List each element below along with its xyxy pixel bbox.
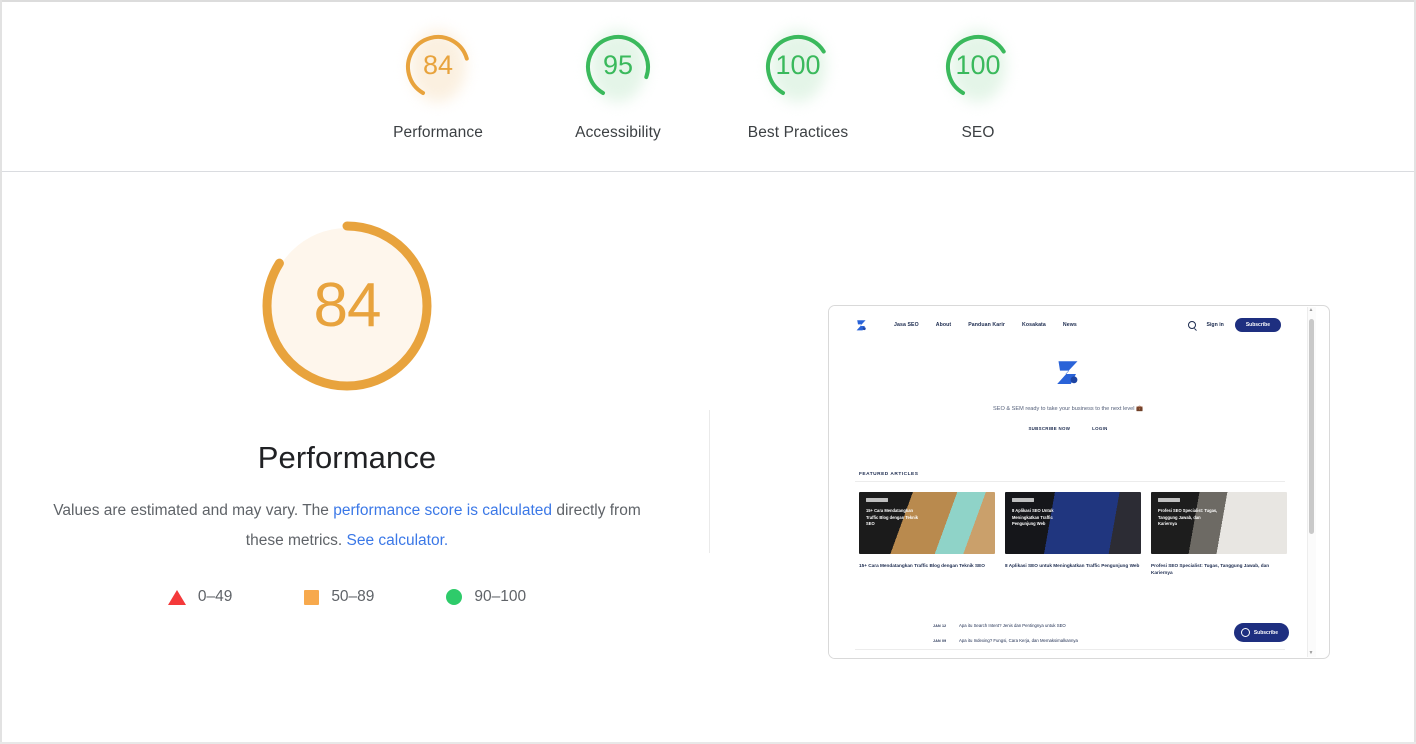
gauge-label: SEO xyxy=(961,124,995,141)
gauge-score-value: 95 xyxy=(602,49,634,80)
desc-text-1: Values are estimated and may vary. The xyxy=(53,502,334,519)
screenshot-scrollbar[interactable]: ▲ ▼ xyxy=(1307,307,1316,657)
article-card[interactable]: 15+ Cara Mendatangkan Traffic Blog denga… xyxy=(859,492,995,576)
gauge-row: 84 Performance 95 Accessibility 100 Best Prac… xyxy=(2,2,1414,142)
article-date: JAN 12 xyxy=(933,623,947,628)
gauge-label: Best Practices xyxy=(747,124,849,141)
pagespeed-report-page: 84 Performance 95 Accessibility 100 Best Prac… xyxy=(0,0,1416,744)
section-divider xyxy=(709,410,710,553)
article-date: JAN 09 xyxy=(933,638,947,643)
hero-tagline: SEO & SEM ready to take your business to… xyxy=(993,406,1143,412)
nav-item[interactable]: Kosakata xyxy=(1022,322,1046,328)
article-card-image: Profesi SEO Specialist: Tugas, Tanggung … xyxy=(1151,492,1287,554)
gauge-cell-accessibility[interactable]: 95 Accessibility xyxy=(528,28,708,142)
nav-item[interactable]: Jasa SEO xyxy=(894,322,919,328)
site-hero: SEO & SEM ready to take your business to… xyxy=(829,358,1307,431)
floating-subscribe-button[interactable]: Subscribe xyxy=(1233,623,1289,642)
floating-subscribe-label: Subscribe xyxy=(1253,629,1278,636)
article-card-chip xyxy=(1012,498,1034,502)
mini-gauge[interactable]: 95 xyxy=(579,28,657,106)
list-bottom-divider xyxy=(855,649,1285,650)
scroll-down-arrow-icon[interactable]: ▼ xyxy=(1309,651,1314,656)
performance-description: Values are estimated and may vary. The p… xyxy=(47,496,647,556)
hero-cta-group: SUBSCRIBE NOW LOGIN xyxy=(829,426,1307,431)
article-card[interactable]: Profesi SEO Specialist: Tugas, Tanggung … xyxy=(1151,492,1287,576)
article-list-row[interactable]: JAN 09 Apa itu Indexing? Fungsi, Cara Ker… xyxy=(933,633,1285,648)
gauge-cell-performance[interactable]: 84 Performance xyxy=(348,28,528,142)
triangle-swatch-icon xyxy=(167,589,186,605)
site-header-actions: Sign in Subscribe xyxy=(1187,318,1281,332)
article-card-overlay-title: 8 Aplikasi SEO Untuk Meningkatkan Traffi… xyxy=(1012,508,1054,526)
legend-range-label: 90–100 xyxy=(474,588,527,605)
nav-item[interactable]: About xyxy=(936,322,951,328)
performance-gauge-wrap: 84 xyxy=(2,173,692,438)
hero-logo-icon xyxy=(1053,358,1083,388)
performance-score-link[interactable]: performance score is calculated xyxy=(333,502,552,519)
article-card-chip xyxy=(1158,498,1180,502)
mini-gauge[interactable]: 84 xyxy=(399,28,477,106)
article-card-image: 15+ Cara Mendatangkan Traffic Blog denga… xyxy=(859,492,995,554)
page-title: Performance xyxy=(257,440,437,475)
category-score-summary: 84 Performance 95 Accessibility 100 Best Prac… xyxy=(2,2,1414,172)
gauge-score-value: 100 xyxy=(955,49,1001,80)
article-card-title: Profesi SEO Specialist: Tugas, Tanggung … xyxy=(1151,563,1270,575)
article-card-image: 8 Aplikasi SEO Untuk Meningkatkan Traffi… xyxy=(1005,492,1141,554)
search-icon[interactable] xyxy=(1187,321,1196,329)
article-card-chip xyxy=(866,498,888,502)
hero-login-button[interactable]: LOGIN xyxy=(1092,426,1107,431)
legend-range-label: 0–49 xyxy=(197,588,233,605)
gauge-score-value: 100 xyxy=(775,49,821,80)
article-card-overlay-title: Profesi SEO Specialist: Tugas, Tanggung … xyxy=(1158,508,1218,526)
legend-range-label: 50–89 xyxy=(331,588,375,605)
article-row-title: Apa itu Indexing? Fungsi, Cara Kerja, da… xyxy=(959,638,1078,643)
legend-item: 90–100 xyxy=(446,588,526,606)
article-card-title: 8 Aplikasi SEO untuk Meningkatkan Traffi… xyxy=(1005,563,1140,568)
hero-subscribe-button[interactable]: SUBSCRIBE NOW xyxy=(1028,426,1070,431)
featured-articles-heading: FEATURED ARTICLES xyxy=(859,472,919,477)
square-swatch-icon xyxy=(304,589,320,605)
featured-divider xyxy=(855,481,1285,482)
article-list-row[interactable]: JAN 12 Apa itu Search Intent? Jenis dan P… xyxy=(933,618,1285,633)
see-calculator-link[interactable]: See calculator. xyxy=(347,532,449,549)
mini-gauge[interactable]: 100 xyxy=(759,28,837,106)
legend-item: 0–49 xyxy=(167,588,233,606)
article-card-title: 15+ Cara Mendatangkan Traffic Blog denga… xyxy=(859,563,985,568)
featured-articles-grid: 15+ Cara Mendatangkan Traffic Blog denga… xyxy=(859,492,1287,576)
gauge-score-value: 84 xyxy=(422,49,454,80)
site-header: Jasa SEO About Panduan Karir Kosakata News S… xyxy=(829,306,1307,344)
score-legend: 0–49 50–89 90–100 xyxy=(2,588,692,606)
article-card[interactable]: 8 Aplikasi SEO Untuk Meningkatkan Traffi… xyxy=(1005,492,1141,576)
sign-in-link[interactable]: Sign in xyxy=(1207,322,1224,328)
report-body: 84 Performance Values are estimated and … xyxy=(2,173,1414,742)
site-logo-icon xyxy=(855,319,868,332)
final-screenshot[interactable]: Jasa SEO About Panduan Karir Kosakata News S… xyxy=(828,305,1330,659)
scrollbar-thumb[interactable] xyxy=(1309,319,1314,534)
performance-panel: 84 Performance Values are estimated and … xyxy=(2,173,692,606)
article-row-title: Apa itu Search Intent? Jenis dan Penting… xyxy=(959,623,1066,628)
article-card-overlay-title: 15+ Cara Mendatangkan Traffic Blog denga… xyxy=(866,508,919,526)
nav-item[interactable]: Panduan Karir xyxy=(968,322,1005,328)
performance-gauge[interactable]: 84 xyxy=(258,217,436,395)
article-list: JAN 12 Apa itu Search Intent? Jenis dan P… xyxy=(933,618,1285,648)
scroll-up-arrow-icon[interactable]: ▲ xyxy=(1309,308,1314,313)
nav-item[interactable]: News xyxy=(1063,322,1077,328)
gauge-cell-best-practices[interactable]: 100 Best Practices xyxy=(708,28,888,142)
mini-gauge[interactable]: 100 xyxy=(939,28,1017,106)
gauge-label: Accessibility xyxy=(575,124,661,141)
screenshot-content: Jasa SEO About Panduan Karir Kosakata News S… xyxy=(829,306,1317,658)
subscribe-button[interactable]: Subscribe xyxy=(1234,318,1281,332)
circle-swatch-icon xyxy=(446,589,463,605)
gauge-cell-seo[interactable]: 100 SEO xyxy=(888,28,1068,142)
performance-score-value: 84 xyxy=(313,270,382,340)
gauge-label: Performance xyxy=(393,124,483,141)
site-nav: Jasa SEO About Panduan Karir Kosakata News xyxy=(894,322,1077,328)
legend-item: 50–89 xyxy=(304,588,374,606)
bell-icon xyxy=(1240,628,1250,637)
